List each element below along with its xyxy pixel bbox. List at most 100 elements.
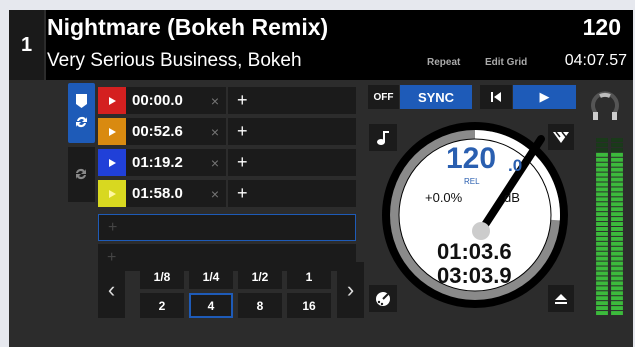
meter-segment [596, 261, 608, 266]
chevron-left-icon: ‹ [107, 277, 116, 302]
keylock-off-button[interactable]: OFF [368, 85, 399, 109]
cue-delete-button[interactable]: × [204, 87, 226, 114]
loop-size-button[interactable]: 1/2 [238, 264, 282, 289]
jog-rel-label: REL [464, 177, 480, 186]
cue-time[interactable]: 00:00.0 [126, 87, 204, 114]
jog-pitch: +0.0% [425, 190, 463, 205]
meter-segment [611, 172, 623, 177]
meter-segment [596, 152, 608, 157]
meter-segment [611, 251, 623, 256]
meter-segment [611, 301, 623, 306]
meter-segment [611, 192, 623, 197]
loop-size-button[interactable]: 2 [140, 293, 184, 318]
meter-segment [611, 271, 623, 276]
cue-delete-button[interactable]: × [204, 118, 226, 145]
cue-add-button[interactable]: + [228, 87, 356, 114]
cue-play-button[interactable] [98, 180, 126, 207]
meter-segment [596, 281, 608, 286]
loop-slot-row[interactable]: + [98, 214, 356, 241]
meter-segment [611, 187, 623, 192]
cue-play-button[interactable] [98, 87, 126, 114]
jog-bpm-decimal: .0 [508, 156, 523, 175]
loop-size-button[interactable]: 8 [238, 293, 282, 318]
cue-row[interactable]: 00:52.6 × + [98, 117, 356, 145]
cue-play-button[interactable] [98, 149, 126, 176]
loop-size-button[interactable]: 1 [287, 264, 331, 289]
cue-play-button[interactable] [98, 118, 126, 145]
meter-segment [611, 207, 623, 212]
cue-row[interactable]: 01:19.2 × + [98, 148, 356, 176]
meter-segment [611, 152, 623, 157]
loop-prev-button[interactable]: ‹ [98, 262, 125, 318]
loop-icon [76, 168, 86, 180]
meter-segment [596, 187, 608, 192]
meter-segment [596, 197, 608, 202]
cue-mode-icon [76, 94, 87, 128]
loop-next-button[interactable]: › [337, 262, 364, 318]
meter-segment [611, 231, 623, 236]
edit-grid-button[interactable]: Edit Grid [485, 57, 527, 68]
meter-segment [611, 261, 623, 266]
gain-knob[interactable] [589, 84, 621, 124]
cue-row[interactable]: 01:58.0 × + [98, 179, 356, 207]
meter-segment [596, 311, 608, 316]
cue-back-button[interactable] [480, 85, 512, 109]
meter-segment [596, 157, 608, 162]
meter-segment [611, 246, 623, 251]
meter-segment [611, 202, 623, 207]
meter-segment [611, 291, 623, 296]
meter-segment [611, 236, 623, 241]
play-button[interactable]: ▶ [513, 85, 576, 109]
meter-segment [596, 222, 608, 227]
meter-segment [611, 296, 623, 301]
meter-segment [596, 177, 608, 182]
meter-segment [611, 157, 623, 162]
cue-delete-button[interactable]: × [204, 149, 226, 176]
meter-segment [596, 138, 608, 142]
meter-segment [596, 286, 608, 291]
meter-segment [596, 256, 608, 261]
meter-segment [596, 212, 608, 217]
play-triangle-icon [108, 189, 116, 198]
chevron-right-icon: › [346, 277, 355, 302]
loop-mode-button[interactable] [68, 147, 95, 202]
meter-segment [611, 227, 623, 231]
cue-row[interactable]: 00:00.0 × + [98, 86, 356, 114]
cue-time[interactable]: 01:19.2 [126, 149, 204, 176]
play-triangle-icon [108, 96, 116, 105]
loop-size-button[interactable]: 16 [287, 293, 331, 318]
cue-time[interactable]: 01:58.0 [126, 180, 204, 207]
meter-segment [611, 281, 623, 286]
meter-segment [611, 217, 623, 222]
meter-segment [611, 197, 623, 202]
cue-add-button[interactable]: + [228, 118, 356, 145]
jog-center-cap [472, 222, 490, 240]
meter-segment [596, 142, 608, 147]
cue-add-button[interactable]: + [228, 180, 356, 207]
add-loop-icon[interactable]: + [108, 219, 117, 237]
loop-size-button[interactable]: 1/8 [140, 264, 184, 289]
repeat-button[interactable]: Repeat [427, 57, 460, 68]
play-icon: ▶ [539, 89, 550, 104]
meter-segment [611, 266, 623, 271]
meter-segment [596, 266, 608, 271]
header-bpm: 120 [582, 14, 621, 40]
meter-segment [596, 306, 608, 311]
cue-time[interactable]: 00:52.6 [126, 118, 204, 145]
sync-button[interactable]: SYNC [400, 85, 472, 109]
cue-mode-button[interactable] [68, 83, 95, 143]
meter-segment [611, 162, 623, 167]
jog-bpm: 120 [446, 142, 497, 175]
cue-delete-button[interactable]: × [204, 180, 226, 207]
play-triangle-icon [108, 158, 116, 167]
cue-add-button[interactable]: + [228, 149, 356, 176]
deck-number: 1 [9, 10, 46, 80]
deck-header: 1 Nightmare (Bokeh Remix) Very Serious B… [9, 10, 633, 80]
loop-size-button[interactable]: 1/4 [189, 264, 233, 289]
meter-segment [596, 231, 608, 236]
meter-segment [596, 182, 608, 187]
remaining-time: 03:03.9 [437, 263, 512, 288]
meter-segment [596, 291, 608, 296]
loop-size-button[interactable]: 4 [189, 293, 233, 318]
meter-segment [611, 306, 623, 311]
